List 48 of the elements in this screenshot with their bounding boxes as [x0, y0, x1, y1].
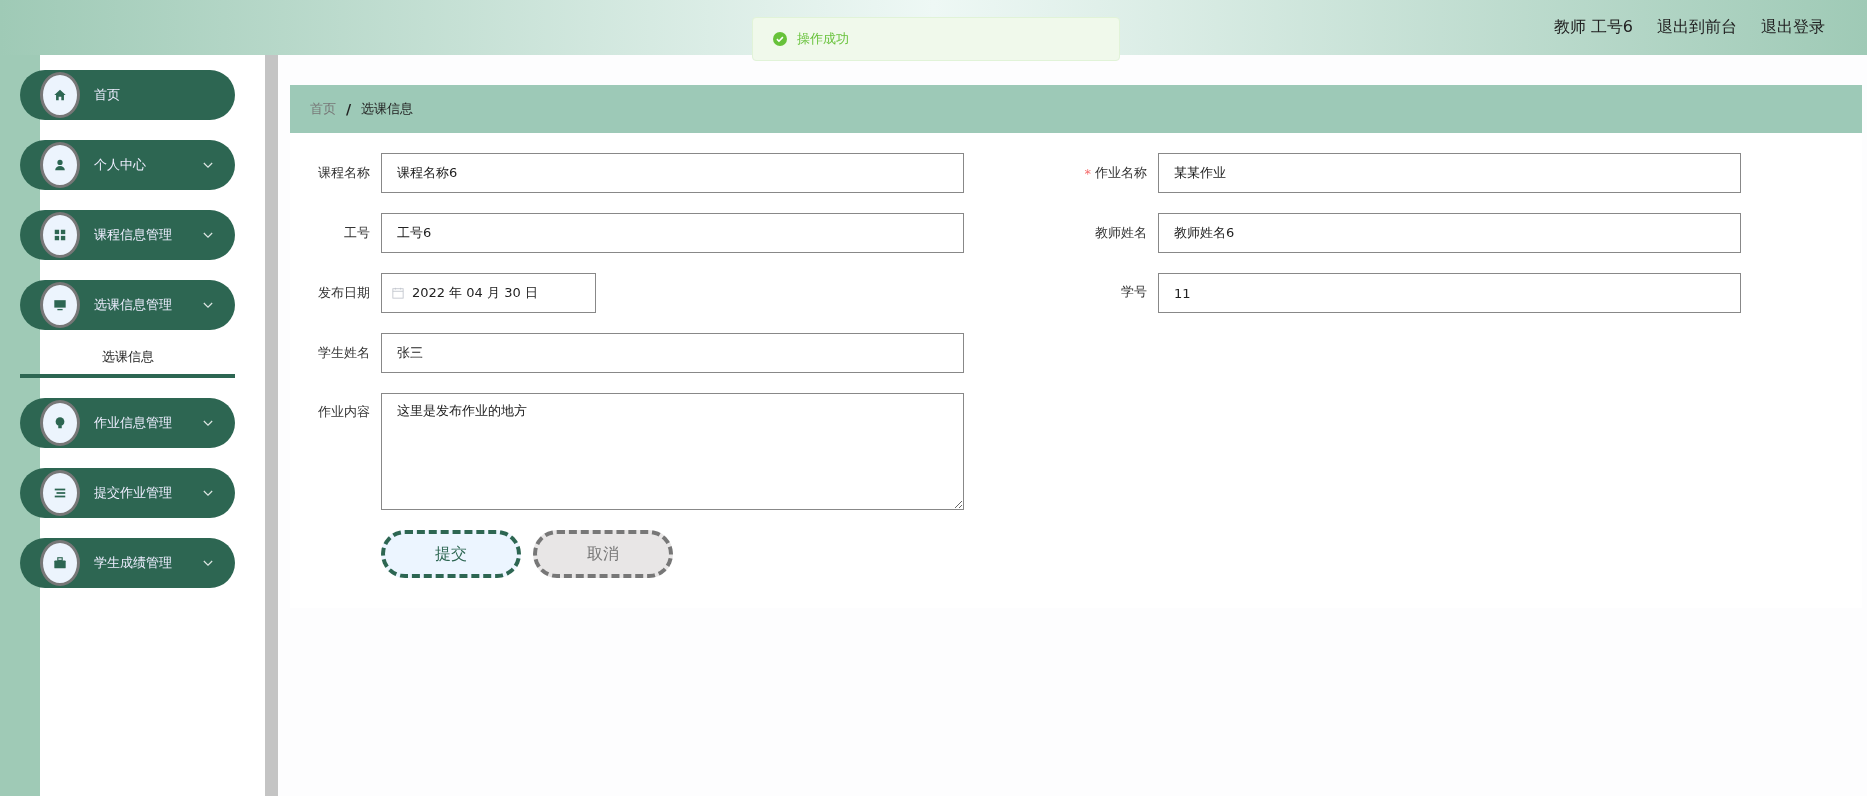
- menu-item[interactable]: 个人中心: [20, 140, 235, 190]
- text-field[interactable]: 某某作业: [1158, 153, 1741, 193]
- text-field[interactable]: 课程名称6: [381, 153, 964, 193]
- bulb-icon: [40, 400, 80, 446]
- menu-item[interactable]: 首页: [20, 70, 235, 120]
- text-field[interactable]: 工号6: [381, 213, 964, 253]
- header-link[interactable]: 退出到前台: [1657, 17, 1737, 38]
- user-label: 教师 工号6: [1553, 17, 1633, 38]
- date-field[interactable]: 2022 年 04 月 30 日: [381, 273, 596, 313]
- user-icon: [40, 142, 80, 188]
- list-icon: [40, 470, 80, 516]
- field-label: 教师姓名: [1095, 224, 1147, 242]
- chevron-down-icon: [203, 489, 213, 497]
- cancel-button[interactable]: 取消: [533, 530, 673, 578]
- field-label: 学生姓名: [318, 344, 370, 362]
- menu-item[interactable]: 学生成绩管理: [20, 538, 235, 588]
- toast-text: 操作成功: [797, 30, 849, 48]
- chevron-down-icon: [203, 559, 213, 567]
- field-label: 发布日期: [318, 284, 370, 302]
- text-field[interactable]: 张三: [381, 333, 964, 373]
- field-label: 课程名称: [318, 164, 370, 182]
- breadcrumb-separator: /: [346, 101, 352, 117]
- required-mark: *: [1084, 165, 1091, 181]
- field-label: 学号: [1121, 283, 1147, 301]
- text-field[interactable]: 教师姓名6: [1158, 213, 1741, 253]
- monitor-icon: [40, 282, 80, 328]
- chevron-down-icon: [203, 231, 213, 239]
- field-label: 作业内容: [318, 403, 370, 421]
- text-field[interactable]: 11: [1158, 273, 1741, 313]
- text-area[interactable]: 这里是发布作业的地方: [381, 393, 964, 510]
- home-icon: [40, 72, 80, 118]
- submenu-item[interactable]: 选课信息: [20, 340, 235, 378]
- chevron-down-icon: [203, 301, 213, 309]
- menu-item[interactable]: 选课信息管理: [20, 280, 235, 330]
- menu-item[interactable]: 作业信息管理: [20, 398, 235, 448]
- menu-item[interactable]: 提交作业管理: [20, 468, 235, 518]
- grid-icon: [40, 212, 80, 258]
- breadcrumb-link[interactable]: 选课信息: [361, 100, 414, 118]
- header-link[interactable]: 退出登录: [1761, 17, 1825, 38]
- menu-item[interactable]: 课程信息管理: [20, 210, 235, 260]
- briefcase-icon: [40, 540, 80, 586]
- success-icon: [773, 32, 787, 46]
- field-label: 作业名称: [1095, 164, 1147, 182]
- chevron-down-icon: [203, 161, 213, 169]
- submit-button[interactable]: 提交: [381, 530, 521, 578]
- field-label: 工号: [344, 224, 370, 242]
- chevron-down-icon: [203, 419, 213, 427]
- calendar-icon: [392, 287, 404, 299]
